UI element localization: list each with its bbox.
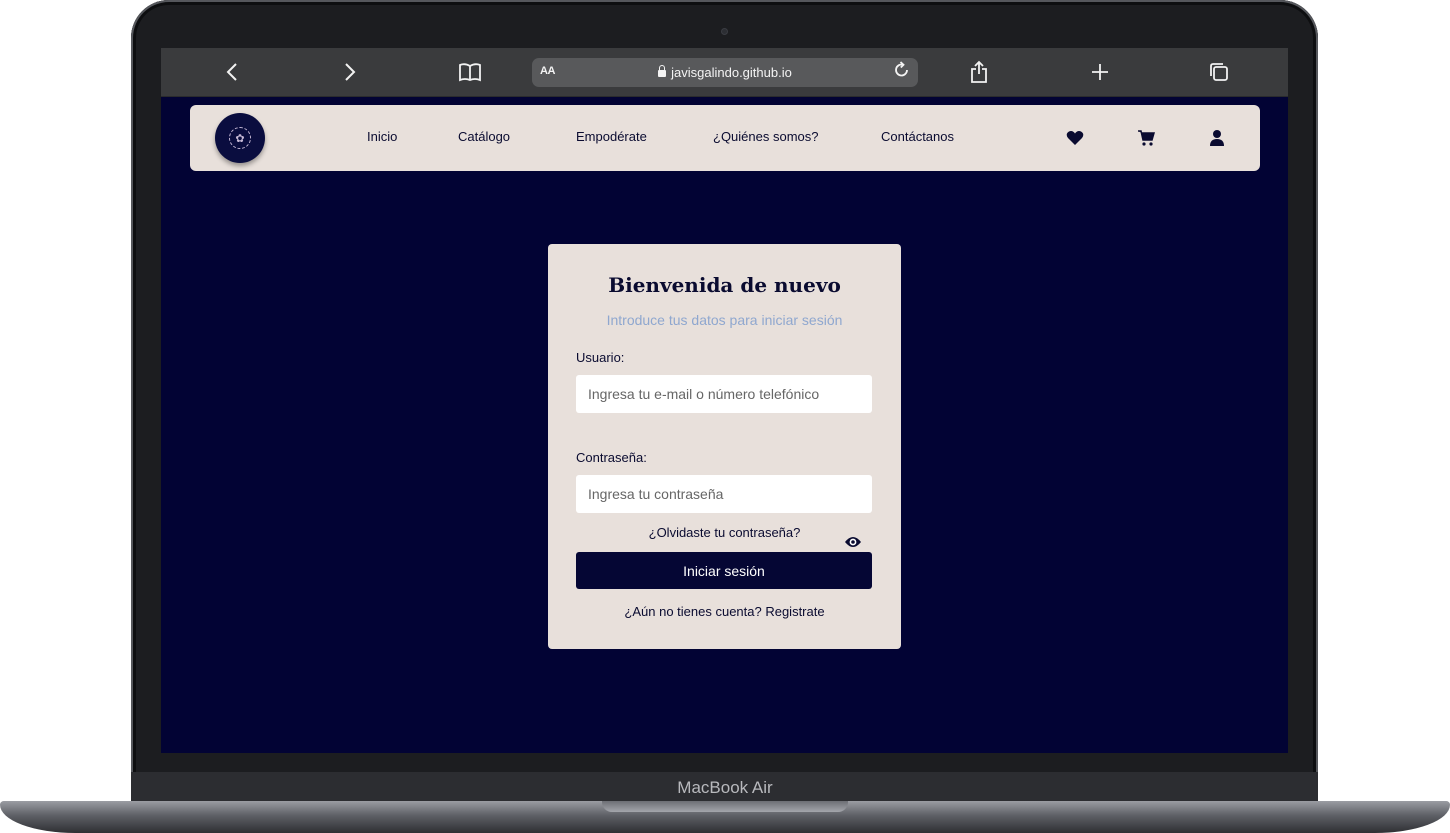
user-icon[interactable] xyxy=(1206,127,1228,149)
login-card: Bienvenida de nuevo Introduce tus datos … xyxy=(548,244,901,649)
nav-link-empoderate[interactable]: Empodérate xyxy=(576,129,647,144)
address-bar[interactable]: AA javisgalindo.github.io xyxy=(532,58,918,87)
login-title: Bienvenida de nuevo xyxy=(608,273,841,297)
lock-icon xyxy=(658,65,667,77)
nav-link-catalogo[interactable]: Catálogo xyxy=(458,129,510,144)
heart-icon[interactable] xyxy=(1064,127,1086,149)
url-text: javisgalindo.github.io xyxy=(671,65,792,80)
url-display[interactable]: javisgalindo.github.io xyxy=(532,65,918,80)
nav-link-contactanos[interactable]: Contáctanos xyxy=(881,129,954,144)
cart-icon[interactable] xyxy=(1135,127,1157,149)
forgot-password-link[interactable]: ¿Olvidaste tu contraseña? xyxy=(548,525,901,540)
forward-icon[interactable] xyxy=(337,58,363,86)
password-input[interactable] xyxy=(576,475,872,513)
register-link[interactable]: ¿Aún no tienes cuenta? Registrate xyxy=(548,604,901,619)
login-subtitle: Introduce tus datos para iniciar sesión xyxy=(606,312,843,328)
user-label: Usuario: xyxy=(576,350,625,365)
nav-link-quienes-somos[interactable]: ¿Quiénes somos? xyxy=(713,129,819,144)
bookmarks-icon[interactable] xyxy=(457,58,483,86)
browser-toolbar: AA javisgalindo.github.io xyxy=(161,48,1288,97)
share-icon[interactable] xyxy=(967,58,991,86)
nav-link-inicio[interactable]: Inicio xyxy=(367,129,397,144)
site-navbar: ✿ Inicio Catálogo Empodérate ¿Quiénes so… xyxy=(190,105,1260,171)
logo-mark-icon: ✿ xyxy=(229,127,251,149)
new-tab-icon[interactable] xyxy=(1088,58,1112,86)
site-logo[interactable]: ✿ xyxy=(215,113,265,163)
user-input[interactable] xyxy=(576,375,872,413)
password-label: Contraseña: xyxy=(576,450,647,465)
reload-icon[interactable] xyxy=(894,61,910,84)
back-icon[interactable] xyxy=(219,58,245,86)
camera xyxy=(721,28,728,35)
screen: AA javisgalindo.github.io ✿ Inicio Catál… xyxy=(161,48,1288,753)
tabs-icon[interactable] xyxy=(1207,58,1231,86)
laptop-notch xyxy=(602,801,848,812)
device-label: MacBook Air xyxy=(677,778,773,797)
login-button[interactable]: Iniciar sesión xyxy=(576,552,872,589)
